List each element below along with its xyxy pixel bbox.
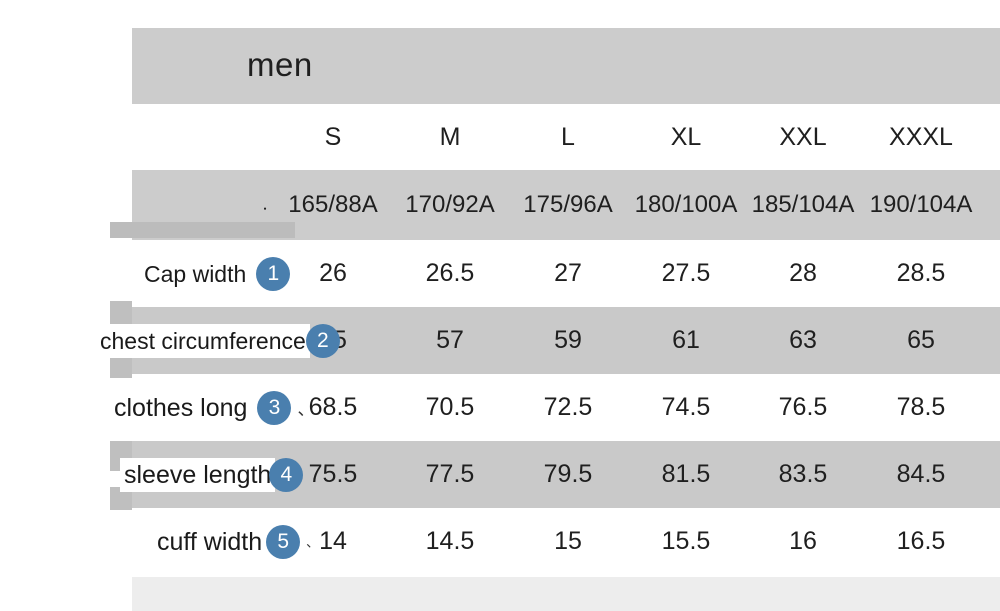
- row-label-text: Cap width: [144, 260, 247, 287]
- row-label-clothes-long: clothes long 3 、: [110, 374, 314, 441]
- size-code-l: 175/96A: [523, 191, 613, 218]
- size-header-xxxl: XXXL: [889, 122, 953, 151]
- cell-row4-m: 77.5: [425, 460, 475, 488]
- tick-mark-row5: 、: [306, 535, 320, 550]
- cell-row2-xxxl: 65: [907, 326, 935, 354]
- size-header-xxl: XXL: [779, 122, 827, 151]
- tick-mark-row3: 、: [297, 400, 315, 419]
- size-code-s: 165/88A: [288, 191, 378, 218]
- cell-row5-xl: 15.5: [661, 527, 711, 555]
- cell-row3-xxxl: 78.5: [896, 393, 946, 421]
- cell-row1-m: 26.5: [425, 259, 475, 287]
- size-header-xl: XL: [670, 122, 702, 151]
- cell-row4-xl: 81.5: [661, 460, 711, 488]
- cell-row3-m: 70.5: [425, 393, 475, 421]
- size-code-xxxl: 190/104A: [869, 191, 973, 218]
- row-label-chest-circumference: chest circumference 2 、: [96, 307, 363, 374]
- cell-row2-xxl: 63: [789, 326, 817, 354]
- cell-row1-l: 27: [554, 259, 582, 287]
- size-chart: men S M L XL XXL XXXL ⸳ 165/88A 170/92A …: [0, 0, 1000, 611]
- footer-band: [132, 577, 1000, 611]
- cell-row3-xxl: 76.5: [778, 393, 828, 421]
- size-code-m: 170/92A: [405, 191, 495, 218]
- size-header-m: M: [439, 122, 461, 151]
- row-index-badge-4: 4: [269, 457, 304, 492]
- row-index-badge-2: 2: [305, 323, 340, 358]
- cell-row5-xxl: 16: [789, 527, 817, 555]
- row-label-text: cuff width: [157, 527, 263, 556]
- cell-row2-xl: 61: [672, 326, 700, 354]
- code-row-underbar: [110, 222, 295, 238]
- cell-row4-l: 79.5: [543, 460, 593, 488]
- row-index-badge-5: 5: [266, 524, 301, 559]
- row-label-sleeve-length: sleeve length 4 、: [120, 441, 326, 508]
- row-label-text: clothes long: [114, 393, 248, 422]
- page-title: men: [247, 46, 313, 83]
- cell-row5-l: 15: [554, 527, 582, 555]
- row-label-text: chest circumference: [96, 323, 310, 358]
- cell-row2-l: 59: [554, 326, 582, 354]
- cell-row5-m: 14.5: [425, 527, 475, 555]
- cell-row4-xxxl: 84.5: [896, 460, 946, 488]
- cell-row4-xxl: 83.5: [778, 460, 828, 488]
- cell-row3-l: 72.5: [543, 393, 593, 421]
- size-code-xl: 180/100A: [634, 191, 738, 218]
- cell-row5-xxxl: 16.5: [896, 527, 946, 555]
- cell-row1-xxl: 28: [789, 259, 817, 287]
- row-label-cap-width: Cap width 1 、: [140, 240, 313, 307]
- row-index-badge-3: 3: [257, 390, 292, 425]
- size-header-l: L: [561, 122, 575, 151]
- cell-row3-xl: 74.5: [661, 393, 711, 421]
- size-header-s: S: [324, 122, 342, 151]
- cell-row1-xl: 27.5: [661, 259, 711, 287]
- cell-row2-m: 57: [436, 326, 464, 354]
- size-header-row: S M L XL XXL XXXL: [132, 104, 1000, 170]
- cell-row1-xxxl: 28.5: [896, 259, 946, 287]
- row-label-text: sleeve length: [120, 457, 276, 492]
- row-index-badge-1: 1: [256, 256, 291, 291]
- row-label-cuff-width: cuff width 5 、: [153, 508, 319, 575]
- size-code-xxl: 185/104A: [751, 191, 855, 218]
